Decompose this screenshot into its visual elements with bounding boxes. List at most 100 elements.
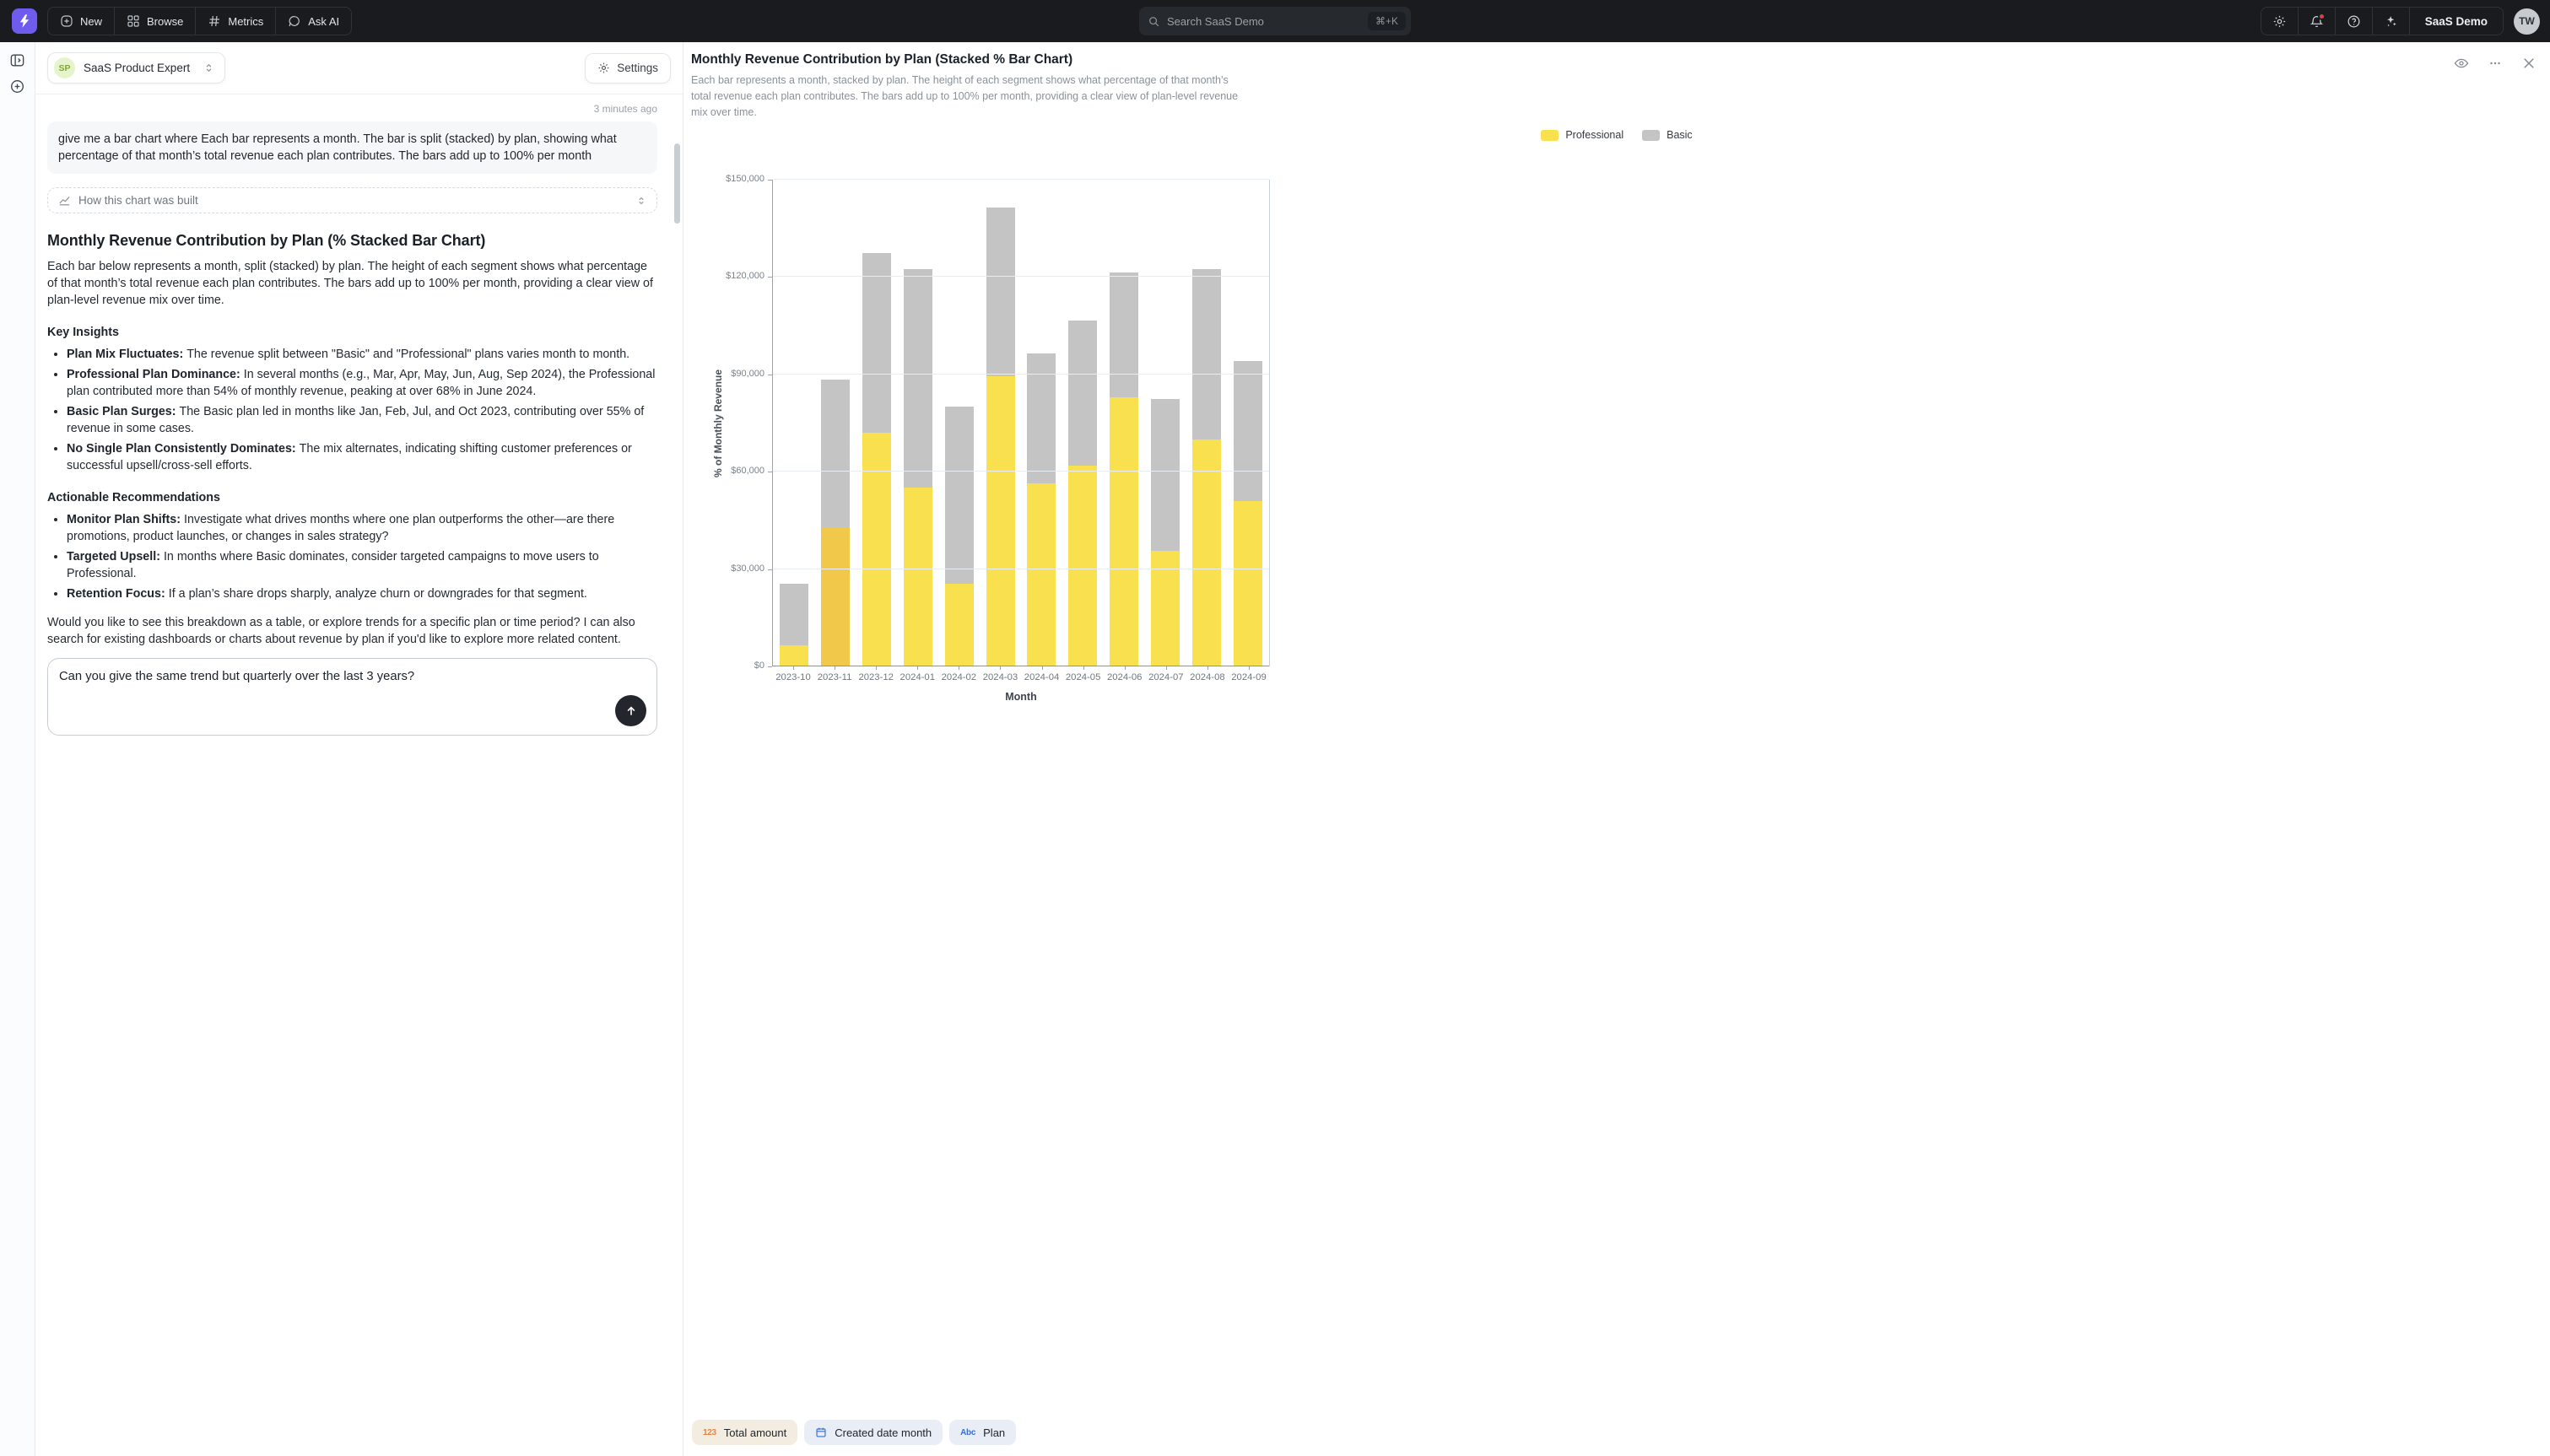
- segment-basic[interactable]: [780, 584, 808, 645]
- segment-professional[interactable]: [1192, 439, 1221, 666]
- send-button[interactable]: [615, 695, 646, 726]
- user-avatar[interactable]: TW: [2514, 8, 2540, 35]
- y-tick-label: $30,000: [683, 564, 764, 574]
- segment-professional[interactable]: [945, 584, 974, 666]
- how-chart-built-toggle[interactable]: How this chart was built: [47, 187, 657, 213]
- segment-basic[interactable]: [821, 380, 850, 527]
- nav-new-button[interactable]: New: [48, 8, 115, 35]
- chart-legend: Professional Basic: [683, 129, 2550, 141]
- legend-item-professional[interactable]: Professional: [1541, 129, 1623, 141]
- bar-2024-09[interactable]: [1234, 180, 1262, 666]
- bar-2024-05[interactable]: [1068, 180, 1097, 666]
- segment-basic[interactable]: [986, 208, 1015, 376]
- segment-professional[interactable]: [821, 527, 850, 666]
- bar-2024-08[interactable]: [1192, 180, 1221, 666]
- segment-basic[interactable]: [945, 407, 974, 584]
- segment-basic[interactable]: [1110, 272, 1138, 397]
- nav-browse-label: Browse: [147, 15, 183, 28]
- tag-label: Created date month: [835, 1426, 932, 1439]
- 123-icon: 123: [703, 1428, 716, 1437]
- more-options-button[interactable]: [2488, 56, 2503, 71]
- bar-2024-03[interactable]: [986, 180, 1015, 666]
- plus-square-icon: [60, 14, 73, 28]
- nav-browse-button[interactable]: Browse: [115, 8, 196, 35]
- tag-total-amount[interactable]: 123 Total amount: [692, 1420, 797, 1445]
- x-tick-mark: [917, 666, 918, 670]
- bar-2023-12[interactable]: [862, 180, 891, 666]
- segment-basic[interactable]: [1068, 321, 1097, 465]
- chat-scrollbar-thumb[interactable]: [674, 143, 680, 224]
- tag-created-date-month[interactable]: Created date month: [804, 1420, 943, 1445]
- bar-2023-11[interactable]: [821, 180, 850, 666]
- top-navbar: New Browse Metrics Ask AI ⌘+K: [0, 0, 2550, 42]
- segment-basic[interactable]: [862, 253, 891, 433]
- y-tick-label: $120,000: [683, 271, 764, 281]
- nav-metrics-button[interactable]: Metrics: [196, 8, 276, 35]
- agent-selector[interactable]: SP SaaS Product Expert: [47, 52, 225, 84]
- app-logo[interactable]: [12, 8, 37, 34]
- grid-icon: [127, 14, 140, 28]
- bullet-item: Targeted Upsell: In months where Basic d…: [67, 548, 657, 582]
- sparkles-button[interactable]: [2373, 8, 2410, 35]
- legend-swatch: [1642, 130, 1660, 141]
- left-rail: [0, 42, 35, 1456]
- sparkles-icon: [2384, 14, 2398, 29]
- bar-2024-01[interactable]: [904, 180, 932, 666]
- tag-label: Plan: [983, 1426, 1005, 1439]
- tag-plan[interactable]: Abc Plan: [949, 1420, 1016, 1445]
- agent-settings-button[interactable]: Settings: [585, 53, 671, 84]
- main-nav: New Browse Metrics Ask AI: [47, 7, 352, 35]
- segment-basic[interactable]: [1192, 269, 1221, 439]
- bullet-item: Monitor Plan Shifts: Investigate what dr…: [67, 511, 657, 545]
- workspace-button[interactable]: SaaS Demo: [2410, 8, 2503, 35]
- nav-metrics-label: Metrics: [228, 15, 263, 28]
- section-heading: Actionable Recommendations: [47, 491, 657, 504]
- bullet-item: No Single Plan Consistently Dominates: T…: [67, 440, 657, 474]
- gridline: [773, 471, 1269, 472]
- bar-2024-02[interactable]: [945, 180, 974, 666]
- y-tick-mark: [768, 666, 772, 667]
- nav-ask-ai-button[interactable]: Ask AI: [276, 8, 351, 35]
- bullet-item: Plan Mix Fluctuates: The revenue split b…: [67, 346, 657, 363]
- segment-professional[interactable]: [1068, 466, 1097, 666]
- global-search[interactable]: ⌘+K: [1139, 7, 1411, 35]
- segment-professional[interactable]: [1027, 483, 1056, 666]
- settings-gear-button[interactable]: [2261, 8, 2299, 35]
- segment-professional[interactable]: [986, 376, 1015, 666]
- segment-professional[interactable]: [904, 488, 932, 666]
- bar-2024-06[interactable]: [1110, 180, 1138, 666]
- segment-professional[interactable]: [780, 645, 808, 666]
- plot-area: [772, 180, 1270, 666]
- legend-item-basic[interactable]: Basic: [1642, 129, 1693, 141]
- new-thread-button[interactable]: [9, 78, 25, 94]
- segment-professional[interactable]: [1110, 397, 1138, 666]
- notifications-button[interactable]: [2299, 8, 2336, 35]
- help-button[interactable]: [2336, 8, 2373, 35]
- x-axis-title: Month: [772, 691, 1270, 703]
- segment-basic[interactable]: [904, 269, 932, 488]
- gridline: [773, 276, 1269, 277]
- y-tick-mark: [768, 569, 772, 570]
- arrow-up-icon: [624, 704, 638, 718]
- search-input[interactable]: [1167, 15, 1368, 28]
- search-shortcut-badge: ⌘+K: [1368, 12, 1406, 30]
- toggle-sidebar-button[interactable]: [9, 52, 25, 68]
- chart-canvas: % of Monthly Revenue Month $0$30,000$60,…: [683, 180, 2550, 728]
- message-composer[interactable]: Can you give the same trend but quarterl…: [47, 658, 657, 736]
- field-tags: 123 Total amount Created date month Abc …: [692, 1420, 1016, 1445]
- bar-2024-04[interactable]: [1027, 180, 1056, 666]
- preview-eye-button[interactable]: [2454, 56, 2469, 71]
- settings-label: Settings: [617, 62, 658, 74]
- segment-basic[interactable]: [1234, 361, 1262, 500]
- message-timestamp: 3 minutes ago: [47, 103, 657, 115]
- bars-row: [773, 180, 1269, 666]
- close-panel-button[interactable]: [2521, 56, 2536, 71]
- segment-professional[interactable]: [1234, 501, 1262, 666]
- segment-professional[interactable]: [862, 433, 891, 666]
- composer-input[interactable]: Can you give the same trend but quarterl…: [59, 668, 609, 725]
- x-tick-mark: [1083, 666, 1084, 670]
- segment-basic[interactable]: [1151, 399, 1180, 552]
- agent-avatar: SP: [54, 57, 75, 78]
- bar-2023-10[interactable]: [780, 180, 808, 666]
- bar-2024-07[interactable]: [1151, 180, 1180, 666]
